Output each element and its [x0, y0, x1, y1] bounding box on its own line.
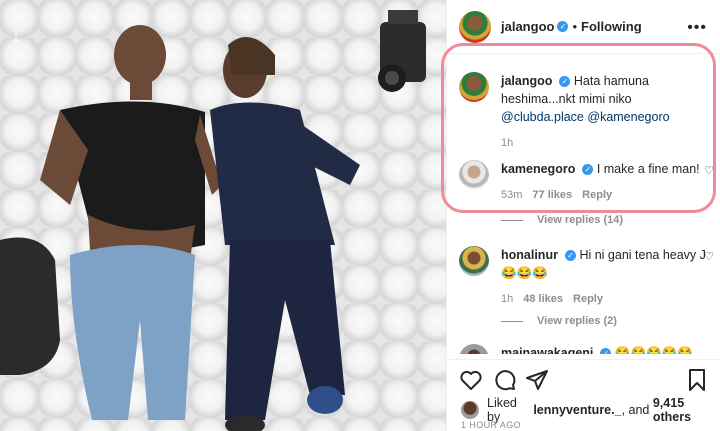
comments-list: jalangoo ✓ Hata hamuna heshima...nkt mimi…	[447, 54, 720, 354]
photo-nav-arrow-icon[interactable]: ↓	[4, 25, 28, 50]
comment-item: kamenegoro ✓ I make a fine man! 53m 77 lik…	[459, 160, 714, 204]
view-replies-label: View replies (2)	[537, 315, 617, 327]
reply-button[interactable]: Reply	[573, 293, 603, 305]
share-icon[interactable]	[525, 368, 549, 392]
likes-count[interactable]: 9,415 others	[653, 396, 720, 424]
caption-comment: jalangoo ✓ Hata hamuna heshima...nkt mimi…	[459, 72, 714, 152]
comment-text: Hi ni gani tena heavy	[579, 248, 697, 262]
comment-item: honalinur ✓ Hi ni gani tena heavy J😂😂😂 1h…	[459, 246, 714, 308]
author-avatar[interactable]	[459, 72, 489, 102]
author-avatar[interactable]	[459, 10, 491, 43]
comment-body: kamenegoro ✓ I make a fine man! 53m 77 lik…	[501, 160, 714, 204]
post-photo[interactable]: ↓	[0, 0, 446, 431]
comment-username[interactable]: kamenegoro	[501, 162, 575, 176]
separator-dot: •	[572, 19, 578, 34]
comment-time[interactable]: 1h	[501, 293, 513, 305]
reply-button[interactable]: Reply	[582, 189, 612, 201]
verified-icon: ✓	[564, 250, 576, 262]
heart-icon[interactable]	[459, 368, 483, 392]
comment-likes[interactable]: 77 likes	[532, 189, 572, 201]
commenter-avatar[interactable]	[459, 344, 489, 354]
view-replies-label: View replies (14)	[537, 214, 624, 226]
liker-avatar[interactable]	[461, 401, 479, 419]
comment-username[interactable]: jalangoo	[501, 74, 552, 88]
liker-username[interactable]: lennyventure._	[533, 403, 621, 417]
comment-username[interactable]: honalinur	[501, 248, 558, 262]
post-timestamp[interactable]: 1 HOUR AGO	[461, 420, 521, 430]
mention-link[interactable]: @clubda.place	[501, 110, 584, 124]
comment-body: honalinur ✓ Hi ni gani tena heavy J😂😂😂 1h…	[501, 246, 714, 308]
mention-link[interactable]: @kamenegoro	[587, 110, 669, 124]
comment-likes[interactable]: 48 likes	[523, 293, 563, 305]
verified-icon: ✓	[582, 164, 594, 176]
commenter-avatar[interactable]	[459, 246, 489, 276]
comment-icon[interactable]	[493, 368, 517, 392]
action-bar	[447, 359, 720, 399]
bookmark-icon[interactable]	[685, 368, 709, 392]
view-replies-button[interactable]: View replies (2)	[501, 315, 617, 327]
comment-body: mainawakageni ✓ 😂😂😂😂😂	[501, 344, 714, 354]
verified-icon: ✓	[557, 21, 569, 32]
comment-meta: 1h 48 likes Reply	[501, 290, 714, 308]
comment-meta: 1h	[501, 134, 714, 152]
comment-meta: 53m 77 likes Reply	[501, 186, 714, 204]
comment-heart-icon[interactable]: ♡	[704, 250, 714, 263]
post-sidebar: jalangoo ✓ • Following ••• jalangoo ✓ Hat…	[446, 0, 720, 431]
comment-time[interactable]: 1h	[501, 137, 513, 149]
following-button[interactable]: Following	[581, 19, 642, 34]
comment-heart-icon[interactable]: ♡	[704, 164, 714, 177]
photo-people	[0, 10, 426, 431]
view-replies-button[interactable]: View replies (14)	[501, 214, 623, 226]
comment-item: mainawakageni ✓ 😂😂😂😂😂	[459, 344, 714, 354]
post-header: jalangoo ✓ • Following •••	[447, 0, 720, 54]
verified-icon: ✓	[600, 348, 612, 354]
more-options-icon[interactable]: •••	[687, 19, 707, 37]
comment-username[interactable]: mainawakageni	[501, 346, 593, 354]
comment-text: I make a fine man!	[596, 162, 700, 176]
commenter-avatar[interactable]	[459, 160, 489, 190]
author-username[interactable]: jalangoo	[501, 19, 554, 34]
comment-time[interactable]: 53m	[501, 189, 522, 201]
verified-icon: ✓	[559, 76, 571, 88]
comment-emojis: 😂😂😂😂😂	[614, 346, 693, 354]
liked-by-and: and	[628, 403, 650, 417]
comment-body: jalangoo ✓ Hata hamuna heshima...nkt mimi…	[501, 72, 714, 152]
